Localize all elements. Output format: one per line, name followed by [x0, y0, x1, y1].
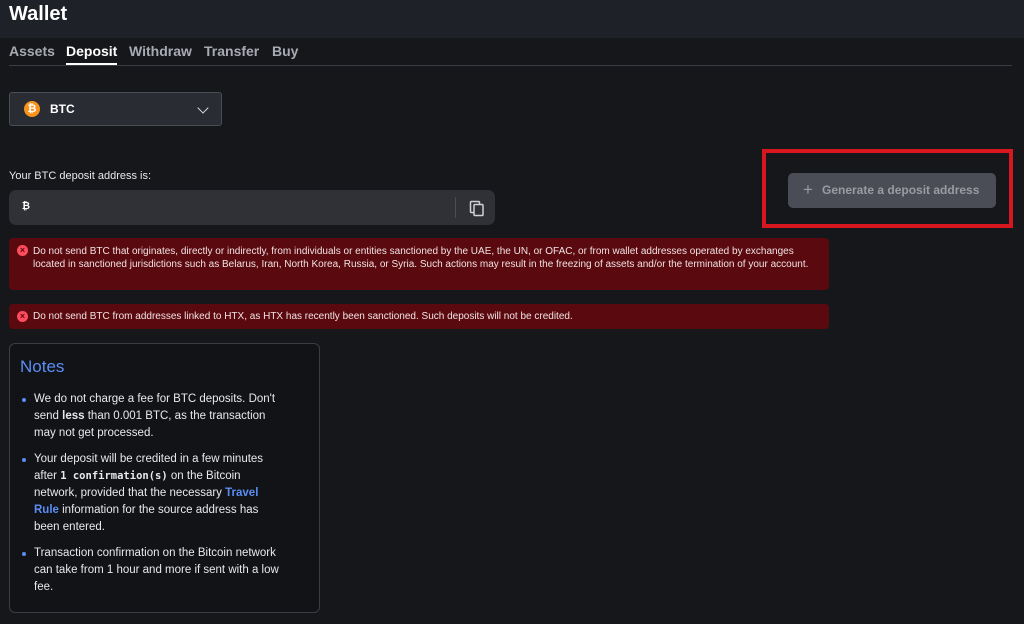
error-icon: × — [17, 245, 28, 256]
plus-icon: + — [803, 180, 813, 199]
bitcoin-icon: ₿ — [24, 101, 40, 117]
chevron-down-icon — [197, 102, 209, 114]
bullet-icon — [22, 398, 26, 402]
bullet-icon — [22, 458, 26, 462]
note-text: Transaction confirmation on the Bitcoin … — [34, 547, 279, 593]
note-bold: less — [62, 410, 85, 422]
error-icon: × — [17, 311, 28, 322]
warning-text: Do not send BTC from addresses linked to… — [33, 311, 573, 322]
deposit-address-field: ₿ — [9, 190, 495, 225]
tab-transfer[interactable]: Transfer — [204, 43, 259, 65]
tab-deposit[interactable]: Deposit — [66, 43, 118, 65]
deposit-address-label: Your BTC deposit address is: — [9, 170, 152, 182]
htx-warning: × Do not send BTC from addresses linked … — [9, 304, 829, 329]
top-bar: Wallet — [0, 0, 1024, 38]
notes-title: Notes — [20, 357, 65, 376]
divider — [455, 197, 456, 218]
coin-select-value: BTC — [50, 102, 75, 116]
list-item: Transaction confirmation on the Bitcoin … — [20, 545, 280, 596]
note-text: information for the source address has b… — [34, 504, 259, 533]
sanction-warning: × Do not send BTC that originates, direc… — [9, 238, 829, 290]
warning-text: Do not send BTC that originates, directl… — [33, 246, 809, 270]
notes-list: We do not charge a fee for BTC deposits.… — [20, 391, 280, 605]
wallet-tabs: Assets Deposit Withdraw Transfer Buy — [9, 43, 1012, 66]
notes-panel: Notes We do not charge a fee for BTC dep… — [9, 343, 320, 613]
generate-button-label: Generate a deposit address — [822, 183, 980, 197]
tab-assets[interactable]: Assets — [9, 43, 55, 65]
note-code: 1 confirmation(s) — [60, 470, 168, 482]
tab-withdraw[interactable]: Withdraw — [129, 43, 192, 65]
list-item: We do not charge a fee for BTC deposits.… — [20, 391, 280, 442]
bitcoin-icon: ₿ — [21, 201, 31, 212]
copy-icon[interactable] — [468, 199, 486, 217]
list-item: Your deposit will be credited in a few m… — [20, 451, 280, 536]
generate-deposit-address-button[interactable]: + Generate a deposit address — [788, 173, 996, 208]
tab-buy[interactable]: Buy — [272, 43, 298, 65]
coin-select[interactable]: ₿ BTC — [9, 92, 222, 126]
bullet-icon — [22, 552, 26, 556]
page-title: Wallet — [9, 3, 68, 25]
